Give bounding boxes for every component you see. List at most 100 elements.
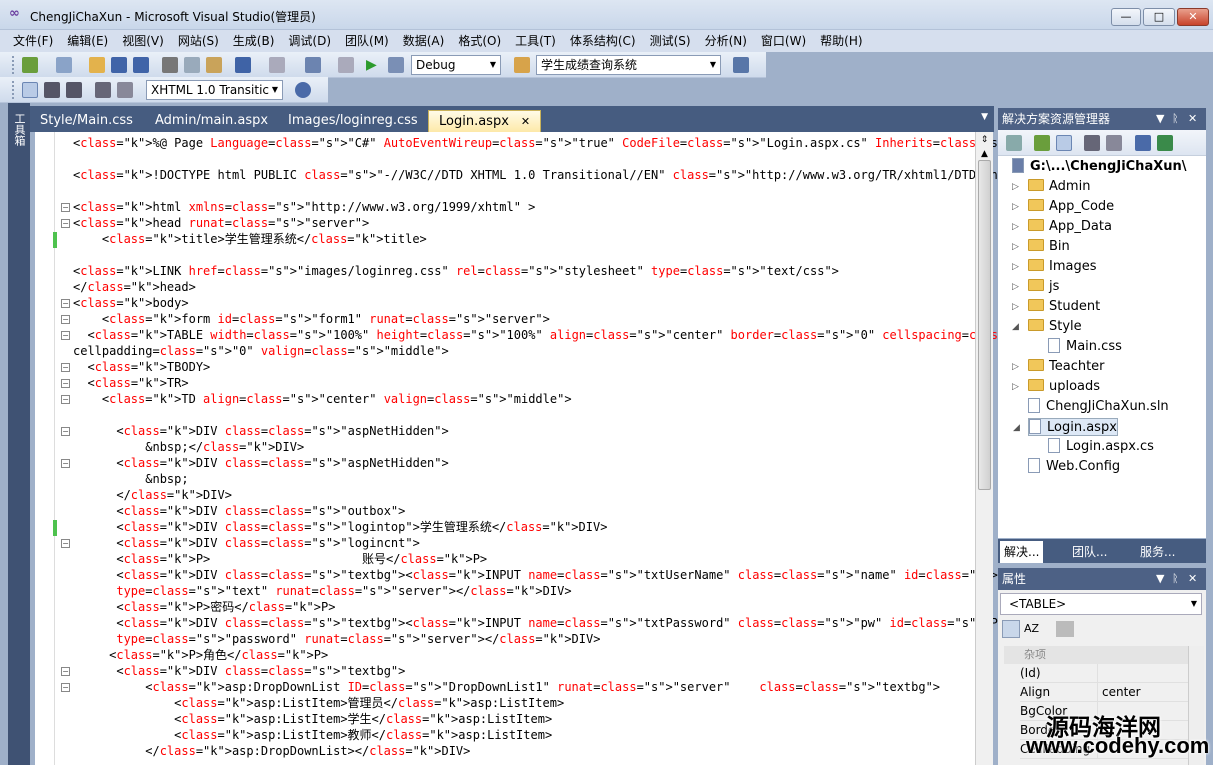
tab-style-main-css[interactable]: Style/Main.css: [30, 110, 143, 132]
expand-arrow-icon[interactable]: ▷: [1012, 298, 1019, 316]
expand-arrow-icon[interactable]: ◢: [1012, 318, 1019, 336]
config-select[interactable]: Debug ▼: [411, 55, 501, 75]
fold-toggle-icon[interactable]: −: [61, 427, 70, 436]
close-tab-icon[interactable]: ✕: [521, 115, 530, 128]
menu-item[interactable]: 帮助(H): [813, 32, 869, 50]
category-row[interactable]: 杂项: [1004, 646, 1190, 664]
tree-item[interactable]: Web.Config: [1028, 458, 1120, 476]
panel-menu-icon[interactable]: ▼: [1156, 108, 1164, 130]
menu-item[interactable]: 格式(O): [451, 32, 508, 50]
tree-item[interactable]: ▷ js: [1012, 278, 1059, 296]
menu-item[interactable]: 窗口(W): [754, 32, 813, 50]
expand-arrow-icon[interactable]: ▷: [1012, 238, 1019, 256]
open-icon[interactable]: [89, 57, 105, 73]
expand-arrow-icon[interactable]: ▷: [1012, 218, 1019, 236]
indent-icon[interactable]: [44, 82, 60, 98]
tree-item[interactable]: Main.css: [1048, 338, 1122, 356]
add-item-icon[interactable]: [56, 57, 72, 73]
expand-arrow-icon[interactable]: ◢: [1013, 419, 1020, 437]
alphabetical-icon[interactable]: AZ: [1024, 620, 1042, 638]
toolbox-tab[interactable]: 工具箱: [8, 103, 30, 765]
tab-images-loginreg-css[interactable]: Images/loginreg.css: [278, 110, 428, 132]
outdent-icon[interactable]: [66, 82, 82, 98]
fold-toggle-icon[interactable]: −: [61, 219, 70, 228]
comment-icon[interactable]: [95, 82, 111, 98]
copy-icon[interactable]: [184, 57, 200, 73]
cut-icon[interactable]: [162, 57, 178, 73]
close-window-button[interactable]: ✕: [1177, 8, 1209, 26]
properties-icon[interactable]: [1006, 135, 1022, 151]
view-code-icon[interactable]: [1084, 135, 1100, 151]
menu-item[interactable]: 编辑(E): [60, 32, 115, 50]
property-row[interactable]: Align center: [1020, 683, 1190, 702]
tree-item[interactable]: ▷ Images: [1012, 258, 1097, 276]
expand-arrow-icon[interactable]: ▷: [1012, 358, 1019, 376]
close-panel-icon[interactable]: ✕: [1188, 568, 1197, 590]
expand-arrow-icon[interactable]: ▷: [1012, 178, 1019, 196]
design-view-icon[interactable]: [22, 82, 38, 98]
tree-item[interactable]: ▷ Bin: [1012, 238, 1070, 256]
web-config-icon[interactable]: [1135, 135, 1151, 151]
maximize-button[interactable]: □: [1143, 8, 1175, 26]
tree-item[interactable]: ChengJiChaXun.sln: [1028, 398, 1169, 416]
tree-item[interactable]: ▷ App_Data: [1012, 218, 1112, 236]
tab-solution-explorer[interactable]: 解决...: [1000, 541, 1044, 563]
uncomment-icon[interactable]: [117, 82, 133, 98]
doctype-select[interactable]: XHTML 1.0 Transitic ▼: [146, 80, 283, 100]
menu-item[interactable]: 分析(N): [698, 32, 754, 50]
panel-menu-icon[interactable]: ▼: [1156, 568, 1164, 590]
fold-toggle-icon[interactable]: −: [61, 315, 70, 324]
navigate-icon[interactable]: [305, 57, 321, 73]
tab-admin-main-aspx[interactable]: Admin/main.aspx: [145, 110, 278, 132]
toolbar-grip[interactable]: [12, 81, 15, 99]
menu-item[interactable]: 体系结构(C): [563, 32, 643, 50]
view-designer-icon[interactable]: [1106, 135, 1122, 151]
menu-item[interactable]: 生成(B): [226, 32, 282, 50]
expand-arrow-icon[interactable]: ▷: [1012, 378, 1019, 396]
nav-forward-icon[interactable]: [338, 57, 354, 73]
refresh-icon[interactable]: [1034, 135, 1050, 151]
fold-toggle-icon[interactable]: −: [61, 331, 70, 340]
tree-item[interactable]: ▷ uploads: [1012, 378, 1100, 396]
minimize-button[interactable]: —: [1111, 8, 1141, 26]
property-pages-icon[interactable]: [1056, 621, 1074, 637]
tree-item[interactable]: ▷ Admin: [1012, 178, 1090, 196]
show-all-icon[interactable]: [1056, 135, 1072, 151]
redo-icon[interactable]: [269, 57, 285, 73]
menu-item[interactable]: 团队(M): [338, 32, 396, 50]
copy-website-icon[interactable]: [1157, 135, 1173, 151]
project-select[interactable]: 学生成绩查询系统 ▼: [536, 55, 721, 75]
close-panel-icon[interactable]: ✕: [1188, 108, 1197, 130]
fold-toggle-icon[interactable]: −: [61, 203, 70, 212]
menu-item[interactable]: 网站(S): [171, 32, 226, 50]
fold-toggle-icon[interactable]: −: [61, 539, 70, 548]
tab-team-explorer[interactable]: 团队...: [1068, 541, 1111, 563]
menu-item[interactable]: 调试(D): [281, 32, 338, 50]
attach-icon[interactable]: [388, 57, 404, 73]
fold-toggle-icon[interactable]: −: [61, 459, 70, 468]
tab-server-explorer[interactable]: 服务...: [1136, 541, 1179, 563]
scroll-thumb[interactable]: [978, 160, 991, 490]
tree-item[interactable]: ◢ Login.aspx: [1013, 418, 1118, 436]
property-value[interactable]: center: [1097, 683, 1141, 702]
menu-item[interactable]: 视图(V): [115, 32, 171, 50]
categorized-icon[interactable]: [1002, 620, 1020, 638]
tree-item[interactable]: ▷ Teachter: [1012, 358, 1105, 376]
solution-explorer-icon[interactable]: [733, 57, 749, 73]
start-debug-icon[interactable]: ▶: [366, 57, 382, 73]
find-icon[interactable]: [514, 57, 530, 73]
tree-item[interactable]: ◢ Style: [1012, 318, 1082, 336]
tab-list-dropdown-icon[interactable]: ▼: [981, 112, 988, 122]
tree-item[interactable]: ▷ Student: [1012, 298, 1100, 316]
toolbar-grip[interactable]: [12, 56, 15, 74]
paste-icon[interactable]: [206, 57, 222, 73]
menu-item[interactable]: 测试(S): [643, 32, 698, 50]
editor-scrollbar[interactable]: ⇕ ▲: [975, 132, 993, 765]
property-value[interactable]: [1097, 664, 1102, 683]
save-icon[interactable]: [111, 57, 127, 73]
expand-arrow-icon[interactable]: ▷: [1012, 258, 1019, 276]
tab-login-aspx[interactable]: Login.aspx ✕: [428, 110, 542, 132]
menu-item[interactable]: 工具(T): [508, 32, 563, 50]
fold-toggle-icon[interactable]: −: [61, 379, 70, 388]
tree-item[interactable]: ▷ App_Code: [1012, 198, 1114, 216]
